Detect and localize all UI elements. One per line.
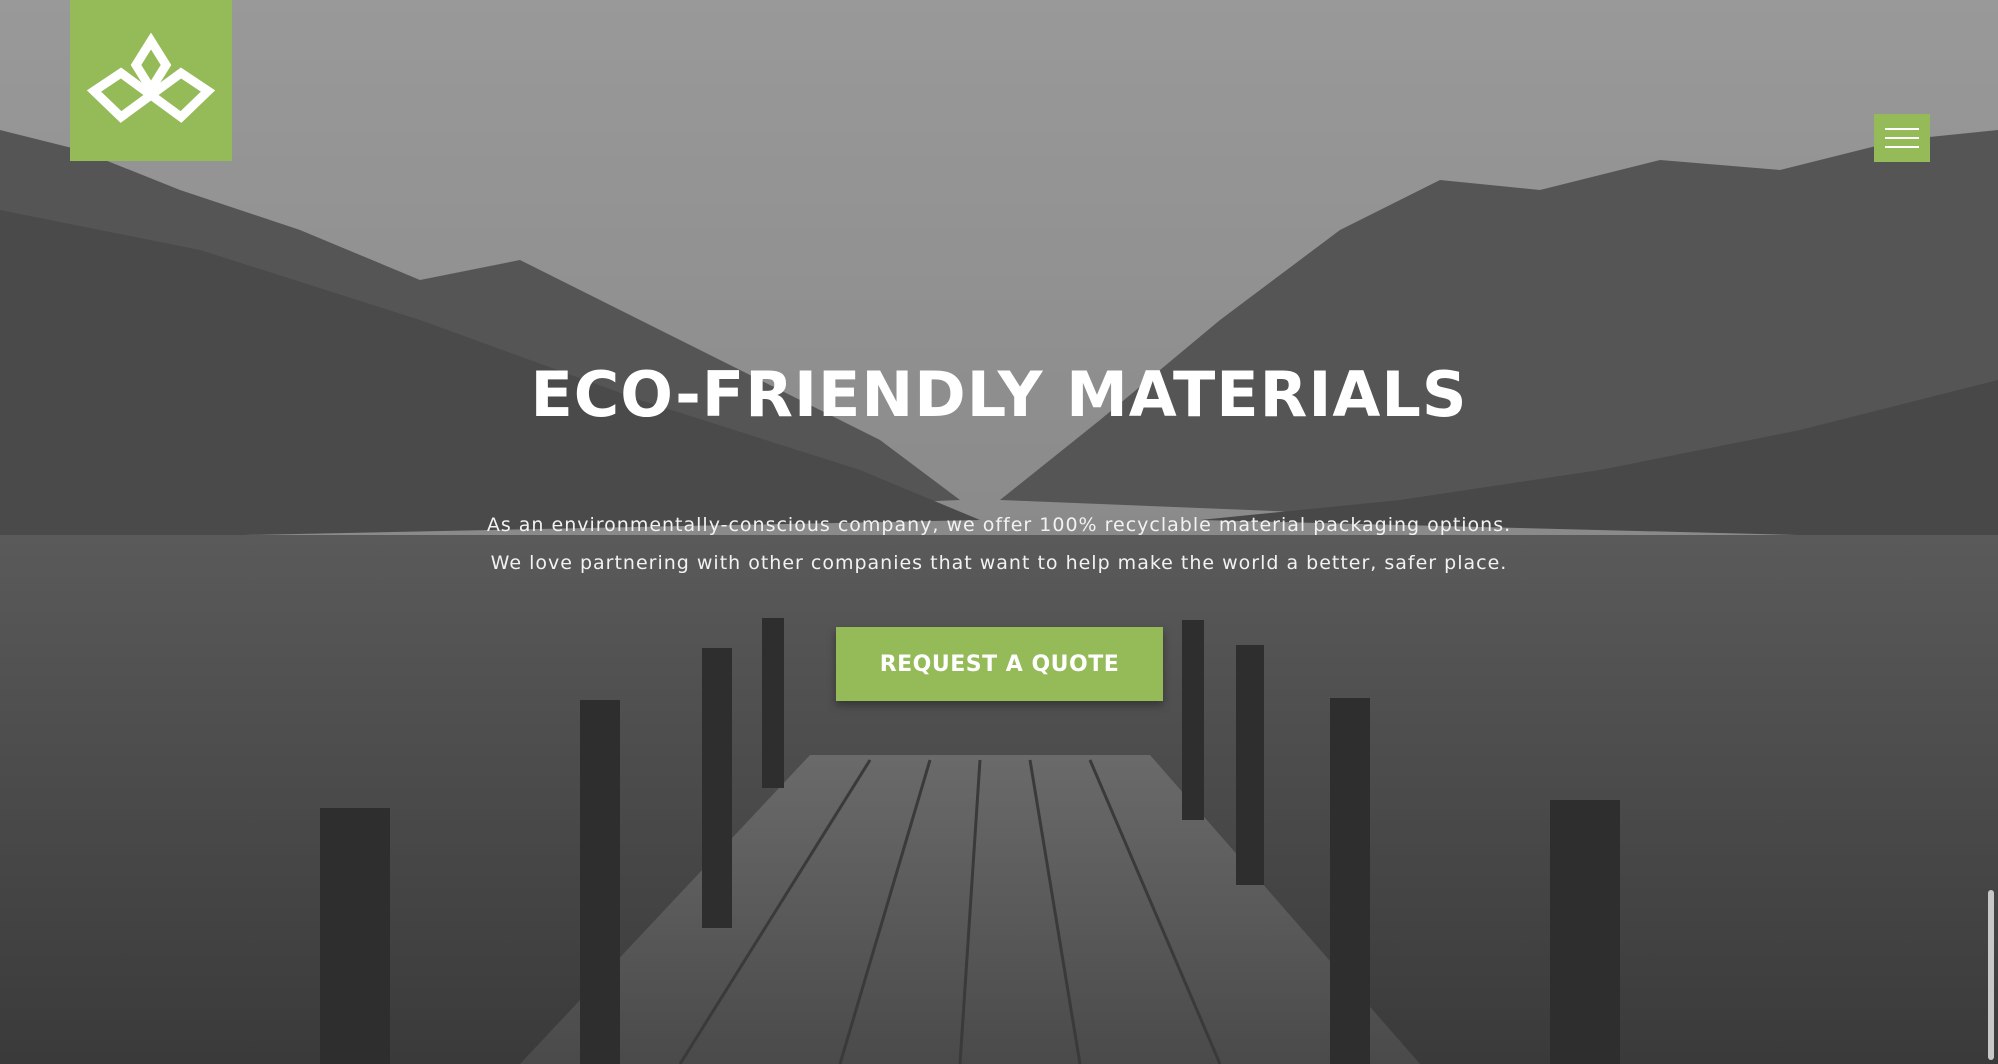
hero-description-line-2: We love partnering with other companies … [490, 552, 1508, 574]
hamburger-icon-line [1885, 128, 1919, 130]
hero-section: ECO-FRIENDLY MATERIALS As an environment… [0, 0, 1998, 1064]
hero-description: As an environmentally-conscious company,… [0, 506, 1998, 582]
hamburger-icon-line [1885, 137, 1919, 139]
leaf-diamond-logo-icon [86, 33, 216, 123]
request-quote-button[interactable]: REQUEST A QUOTE [836, 627, 1163, 701]
logo[interactable] [70, 0, 232, 161]
scrollbar[interactable] [1988, 890, 1994, 1060]
hamburger-icon-line [1885, 146, 1919, 148]
hero-description-line-1: As an environmentally-conscious company,… [486, 514, 1512, 536]
hero-title: ECO-FRIENDLY MATERIALS [530, 358, 1468, 431]
hamburger-menu-button[interactable] [1874, 114, 1930, 162]
